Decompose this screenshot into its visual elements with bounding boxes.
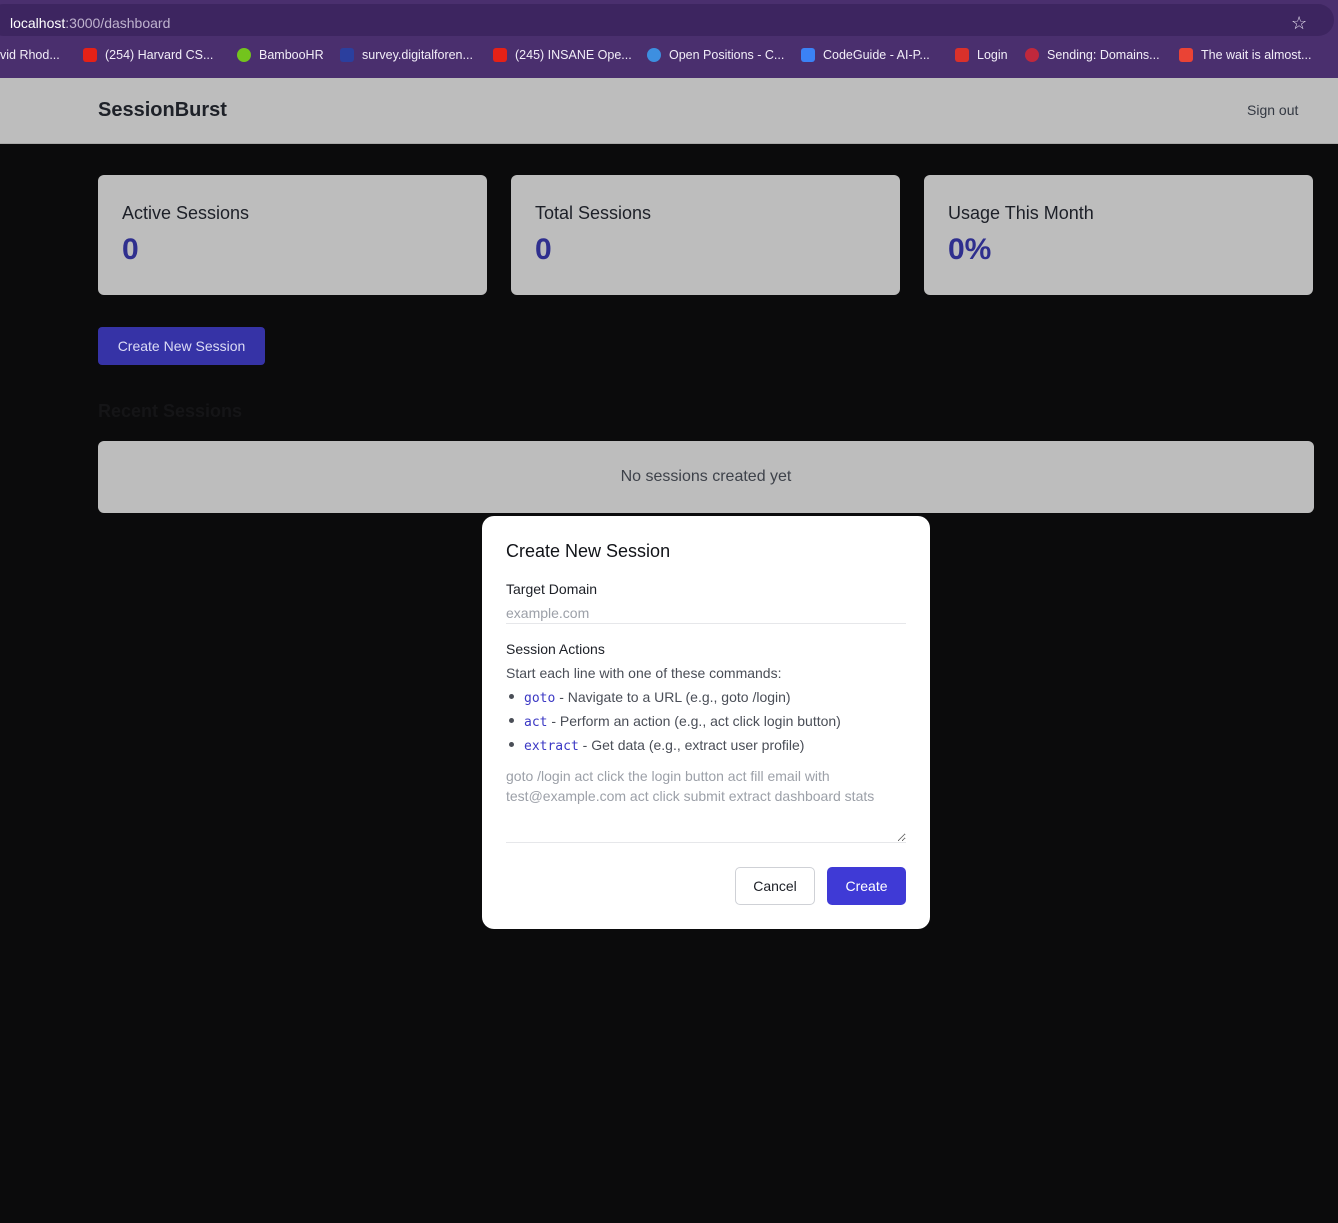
bullet-icon [509, 718, 514, 723]
infinity-icon [647, 48, 661, 62]
actions-help-text: Start each line with one of these comman… [506, 665, 782, 681]
sign-out-button[interactable]: Sign out [1247, 102, 1298, 118]
bookmark-label: vid Rhod... [0, 48, 60, 62]
stat-label: Active Sessions [122, 203, 250, 223]
stat-card-total-sessions: Total Sessions 0 [511, 175, 900, 295]
address-bar[interactable]: i localhost:3000/dashboard ☆ [0, 4, 1334, 36]
stat-label: Usage This Month [948, 203, 1094, 223]
bookmark-item[interactable]: BambooHR [237, 48, 324, 62]
bookmark-label: Sending: Domains... [1047, 48, 1160, 62]
command-name: act [524, 715, 548, 730]
bullet-icon [509, 742, 514, 747]
bookmark-label: survey.digitalforen... [362, 48, 473, 62]
bookmark-item[interactable]: (245) INSANE Ope... [493, 48, 632, 62]
bullet-icon [509, 694, 514, 699]
modal-title: Create New Session [506, 541, 671, 561]
bookmark-label: Open Positions - C... [669, 48, 785, 62]
create-session-modal: Create New Session Target Domain Session… [482, 516, 930, 929]
command-description: - Navigate to a URL (e.g., goto /login) [555, 689, 791, 705]
app-header: SessionBurst Sign out [0, 78, 1338, 144]
target-domain-input[interactable] [506, 603, 906, 624]
gmail-icon [1179, 48, 1193, 62]
bookmark-item[interactable]: The wait is almost... [1179, 48, 1311, 62]
youtube-icon [83, 48, 97, 62]
bookmark-item[interactable]: Open Positions - C... [647, 48, 784, 62]
bookmark-label: (245) INSANE Ope... [515, 48, 632, 62]
bookmark-label: The wait is almost... [1201, 48, 1312, 62]
brand-title[interactable]: SessionBurst [98, 99, 227, 122]
recent-sessions-heading: Recent Sessions [98, 401, 243, 421]
codeguide-icon [801, 48, 815, 62]
create-new-session-button[interactable]: Create New Session [98, 327, 265, 365]
command-name: extract [524, 739, 579, 754]
bookmarks-bar: vid Rhod... (254) Harvard CS... BambooHR… [0, 45, 1338, 69]
bookmark-item[interactable]: (254) Harvard CS... [83, 48, 213, 62]
stat-value: 0 [535, 233, 552, 266]
session-actions-textarea[interactable] [506, 766, 906, 843]
bookmark-item[interactable]: CodeGuide - AI-P... [801, 48, 930, 62]
cancel-button[interactable]: Cancel [735, 867, 815, 905]
bookmark-item[interactable]: vid Rhod... [0, 48, 60, 62]
survey-icon [340, 48, 354, 62]
login-site-icon [955, 48, 969, 62]
youtube-icon [493, 48, 507, 62]
command-description: - Get data (e.g., extract user profile) [578, 737, 805, 753]
target-domain-label: Target Domain [506, 581, 598, 597]
stat-value: 0 [122, 233, 139, 266]
command-name: goto [524, 691, 556, 706]
bookmark-label: BambooHR [259, 48, 324, 62]
bookmark-item[interactable]: Login [955, 48, 1008, 62]
empty-state-text: No sessions created yet [620, 468, 792, 485]
stat-value: 0% [948, 233, 992, 266]
command-item: act - Perform an action (e.g., act click… [506, 713, 841, 730]
browser-chrome: i localhost:3000/dashboard ☆ vid Rhod...… [0, 0, 1338, 78]
bookmark-label: Login [977, 48, 1008, 62]
bookmark-item[interactable]: survey.digitalforen... [340, 48, 473, 62]
command-item: goto - Navigate to a URL (e.g., goto /lo… [506, 689, 791, 706]
create-button[interactable]: Create [827, 867, 906, 905]
url-path: :3000/dashboard [65, 15, 171, 31]
url-text[interactable]: localhost:3000/dashboard [10, 15, 170, 31]
bookmark-item[interactable]: Sending: Domains... [1025, 48, 1160, 62]
bamboohr-icon [237, 48, 251, 62]
bookmark-label: (254) Harvard CS... [105, 48, 214, 62]
sessions-empty-panel: No sessions created yet [98, 441, 1314, 513]
stat-card-active-sessions: Active Sessions 0 [98, 175, 487, 295]
command-item: extract - Get data (e.g., extract user p… [506, 737, 804, 754]
target-icon [1025, 48, 1039, 62]
stat-card-usage-this-month: Usage This Month 0% [924, 175, 1313, 295]
bookmark-label: CodeGuide - AI-P... [823, 48, 930, 62]
stat-label: Total Sessions [535, 203, 652, 223]
command-description: - Perform an action (e.g., act click log… [547, 713, 841, 729]
session-actions-label: Session Actions [506, 641, 605, 657]
url-host: localhost [10, 15, 66, 31]
bookmark-star-icon[interactable]: ☆ [1291, 13, 1307, 34]
